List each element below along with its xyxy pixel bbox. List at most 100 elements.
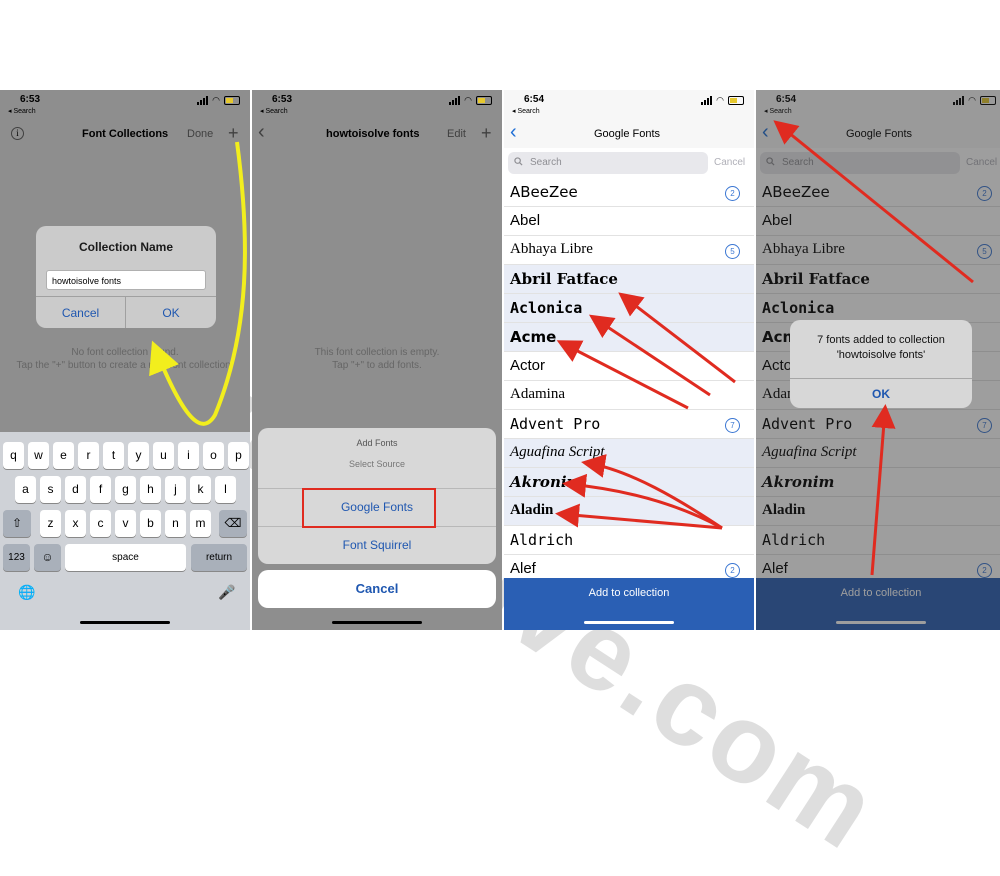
font-row[interactable]: Aladin <box>504 497 754 526</box>
key-p[interactable]: p <box>228 442 249 469</box>
font-name: Aldrich <box>510 531 574 549</box>
key-y[interactable]: y <box>128 442 149 469</box>
key-z[interactable]: z <box>40 510 61 537</box>
key-d[interactable]: d <box>65 476 86 503</box>
font-squirrel-option[interactable]: Font Squirrel <box>258 526 496 563</box>
back-chevron-icon[interactable]: ‹ <box>258 121 265 144</box>
keyboard: q w e r t y u i o p a s d f g h j k l ⇧ … <box>0 432 250 630</box>
font-name: Actor <box>510 357 546 374</box>
back-to-search[interactable]: ◂ Search <box>8 107 36 115</box>
home-indicator <box>332 621 422 624</box>
font-row[interactable]: Aldrich <box>504 526 754 555</box>
back-to-search[interactable]: ◂ Search <box>512 107 540 115</box>
key-v[interactable]: v <box>115 510 136 537</box>
key-r[interactable]: r <box>78 442 99 469</box>
font-row[interactable]: Aguafina Script <box>504 439 754 468</box>
font-row[interactable]: Advent Pro 7 <box>504 410 754 439</box>
font-name: Acme <box>510 328 557 346</box>
battery-icon <box>476 96 492 105</box>
key-a[interactable]: a <box>15 476 36 503</box>
search-placeholder: Search <box>530 157 562 168</box>
empty-line-2: Tap "+" to add fonts. <box>332 360 422 371</box>
collection-name-input[interactable]: howtoisolve fonts <box>46 270 206 290</box>
key-h[interactable]: h <box>140 476 161 503</box>
key-m[interactable]: m <box>190 510 211 537</box>
microphone-icon[interactable]: 🎤 <box>218 584 235 601</box>
status-time: 6:53 <box>272 94 293 105</box>
key-q[interactable]: q <box>3 442 24 469</box>
space-key[interactable]: space <box>65 544 186 571</box>
status-icons: ◠ <box>449 96 492 105</box>
highlight-box <box>302 488 436 528</box>
style-count-badge: 2 <box>725 186 740 201</box>
alert-ok-button[interactable]: OK <box>790 378 972 409</box>
font-row[interactable]: ABeeZee 2 <box>504 178 754 207</box>
key-t[interactable]: t <box>103 442 124 469</box>
add-to-collection-button[interactable]: Add to collection <box>504 578 754 630</box>
add-collection-button[interactable]: + <box>228 123 239 144</box>
empty-message: No font collection found. Tap the "+" bu… <box>0 346 250 372</box>
key-i[interactable]: i <box>178 442 199 469</box>
wifi-icon: ◠ <box>716 95 724 105</box>
search-input[interactable]: Search <box>508 152 708 174</box>
key-g[interactable]: g <box>115 476 136 503</box>
font-name: Alef <box>510 560 536 577</box>
sheet-cancel-button[interactable]: Cancel <box>258 570 496 608</box>
dialog-cancel-button[interactable]: Cancel <box>36 296 126 328</box>
edit-button[interactable]: Edit <box>447 128 466 140</box>
font-row[interactable]: Akronim <box>504 468 754 497</box>
font-name: Abril Fatface <box>510 270 618 288</box>
navigation-bar: ‹ Google Fonts <box>504 120 754 148</box>
font-name: Abhaya Libre <box>510 241 593 257</box>
status-time: 6:54 <box>524 94 545 105</box>
key-s[interactable]: s <box>40 476 61 503</box>
add-to-collection-label: Add to collection <box>588 587 670 599</box>
font-row[interactable]: Acme <box>504 323 754 352</box>
font-name: Aclonica <box>510 299 583 317</box>
key-x[interactable]: x <box>65 510 86 537</box>
back-chevron-icon[interactable]: ‹ <box>510 121 517 144</box>
delete-key[interactable]: ⌫ <box>219 510 247 537</box>
globe-icon[interactable]: 🌐 <box>18 584 35 601</box>
info-icon[interactable]: i <box>11 127 24 140</box>
alert-line-1: 7 fonts added to collection <box>817 334 945 346</box>
done-button[interactable]: Done <box>187 128 213 140</box>
dialog-ok-button[interactable]: OK <box>126 296 216 328</box>
back-to-search[interactable]: ◂ Search <box>260 107 288 115</box>
return-key[interactable]: return <box>191 544 247 571</box>
collection-name-dialog: Collection Name howtoisolve fonts Cancel… <box>36 226 216 328</box>
emoji-key[interactable]: ☺ <box>34 544 61 571</box>
font-row[interactable]: Abel <box>504 207 754 236</box>
key-n[interactable]: n <box>165 510 186 537</box>
style-count-badge: 5 <box>725 244 740 259</box>
font-row[interactable]: Abril Fatface <box>504 265 754 294</box>
key-e[interactable]: e <box>53 442 74 469</box>
key-w[interactable]: w <box>28 442 49 469</box>
key-f[interactable]: f <box>90 476 111 503</box>
status-time: 6:53 <box>20 94 41 105</box>
key-u[interactable]: u <box>153 442 174 469</box>
shift-key[interactable]: ⇧ <box>3 510 31 537</box>
search-cancel-button[interactable]: Cancel <box>714 157 745 168</box>
key-o[interactable]: o <box>203 442 224 469</box>
key-k[interactable]: k <box>190 476 211 503</box>
key-c[interactable]: c <box>90 510 111 537</box>
font-row[interactable]: Abhaya Libre 5 <box>504 236 754 265</box>
nav-title: Font Collections <box>82 128 169 140</box>
nav-title: howtoisolve fonts <box>326 128 420 140</box>
font-row[interactable]: Adamina <box>504 381 754 410</box>
key-j[interactable]: j <box>165 476 186 503</box>
alert-line-2: 'howtoisolve fonts' <box>836 349 926 361</box>
empty-message: This font collection is empty. Tap "+" t… <box>252 346 502 372</box>
add-fonts-button[interactable]: + <box>481 123 492 144</box>
status-icons: ◠ <box>701 96 744 105</box>
signal-icon <box>449 96 461 105</box>
key-l[interactable]: l <box>215 476 236 503</box>
font-name: Akronim <box>510 473 583 491</box>
font-row[interactable]: Aclonica <box>504 294 754 323</box>
numbers-key[interactable]: 123 <box>3 544 30 571</box>
key-b[interactable]: b <box>140 510 161 537</box>
font-row[interactable]: Actor <box>504 352 754 381</box>
wifi-icon: ◠ <box>464 95 472 105</box>
alert-message: 7 fonts added to collection 'howtoisolve… <box>790 333 972 363</box>
